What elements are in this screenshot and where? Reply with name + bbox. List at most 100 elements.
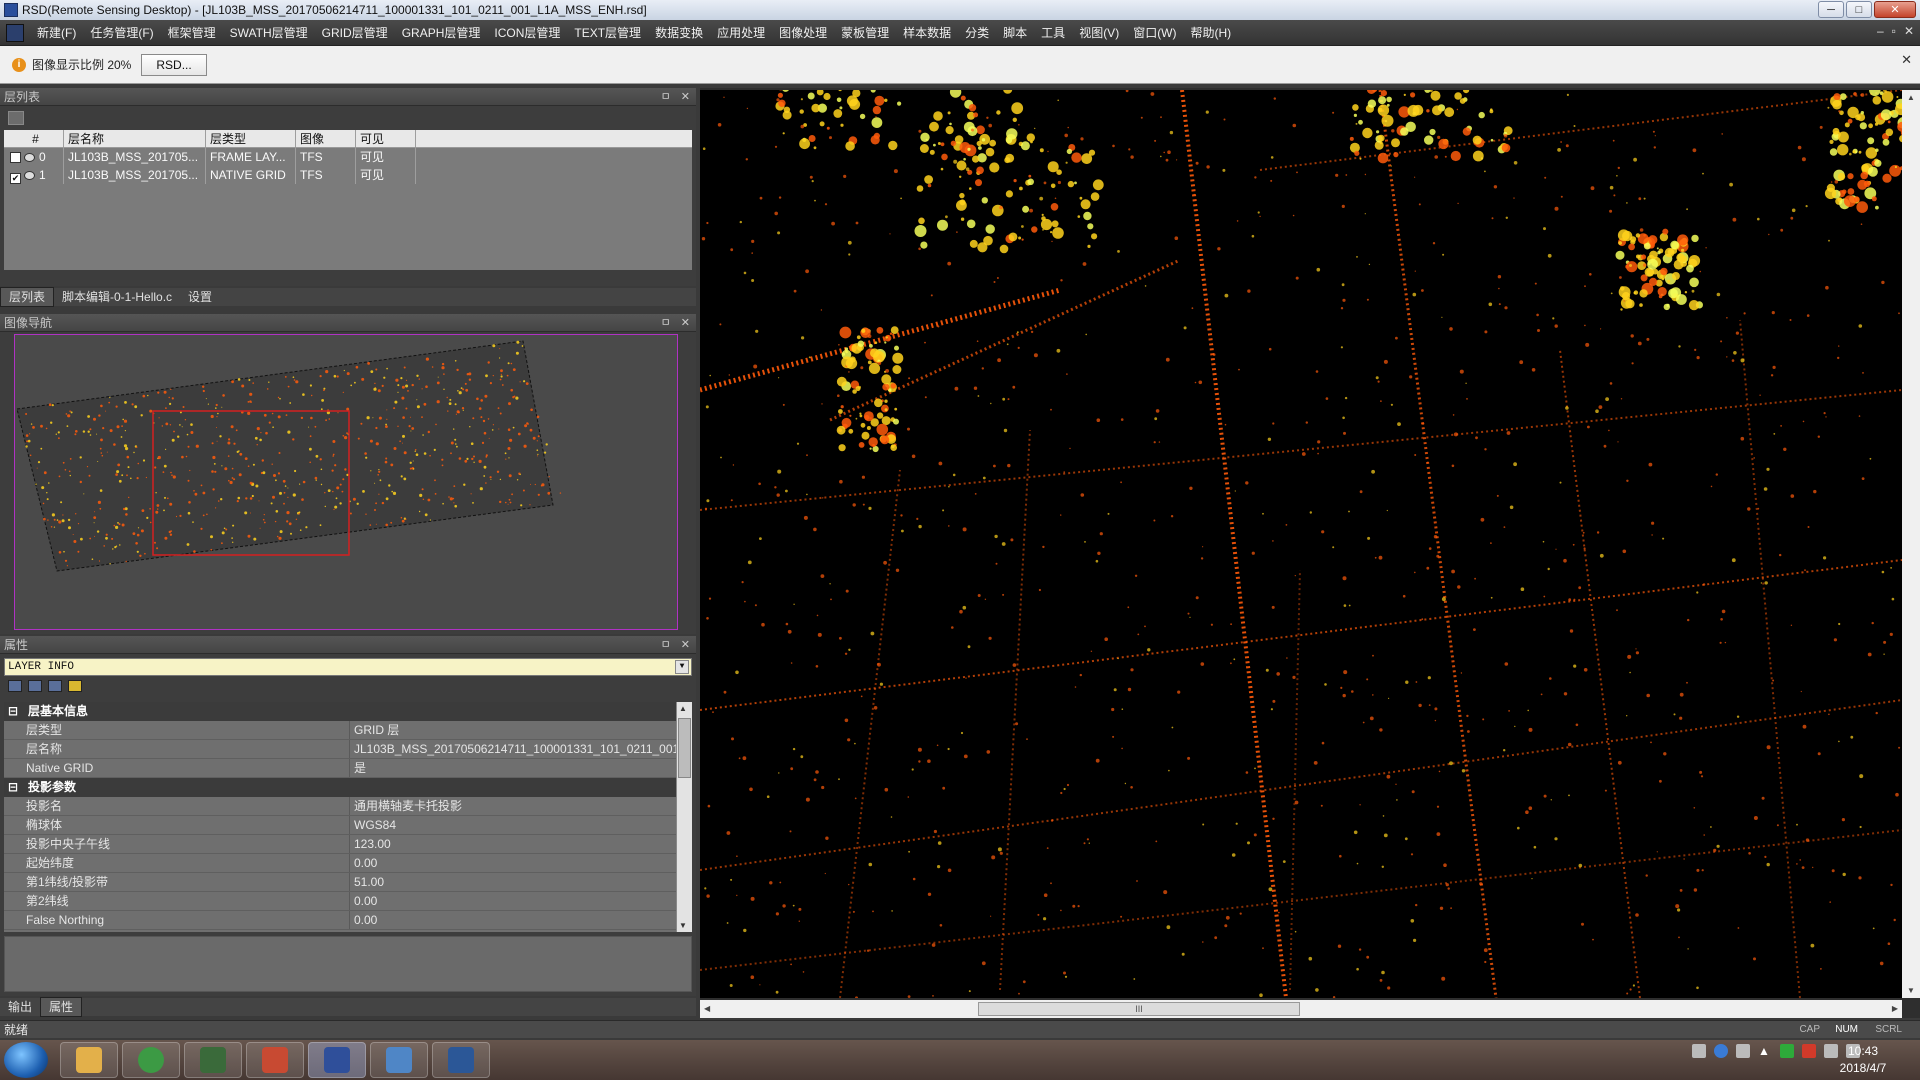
eye-icon[interactable]: [24, 153, 35, 162]
property-row[interactable]: Native GRID 是: [4, 759, 676, 778]
menu-swath[interactable]: SWATH层管理: [223, 20, 315, 46]
taskbar-rsd[interactable]: [308, 1042, 366, 1078]
property-grid-scrollbar[interactable]: ▲ ▼: [676, 702, 692, 932]
menu-image-processing[interactable]: 图像处理: [772, 20, 834, 46]
menu-view[interactable]: 视图(V): [1072, 20, 1126, 46]
pin-icon[interactable]: ㅁ: [661, 314, 671, 332]
taskbar-word[interactable]: [432, 1042, 490, 1078]
system-clock[interactable]: 10:43 2018/4/7: [1818, 1043, 1908, 1077]
panel-close-icon[interactable]: ✕: [681, 636, 690, 654]
property-group[interactable]: ⊟ 投影参数: [4, 778, 676, 797]
menu-grid[interactable]: GRID层管理: [315, 20, 395, 46]
horizontal-scrollbar[interactable]: ◀ III ▶: [700, 1000, 1902, 1018]
help-icon[interactable]: [1714, 1044, 1728, 1058]
categorized-icon[interactable]: [8, 680, 22, 692]
keyboard-icon[interactable]: [1692, 1044, 1706, 1058]
menu-script[interactable]: 脚本: [996, 20, 1034, 46]
close-window-button[interactable]: ✕: [1874, 1, 1916, 18]
layer-properties-icon[interactable]: [8, 111, 24, 125]
layer-checkbox-checked[interactable]: ✔: [10, 173, 21, 184]
toolbar-close-icon[interactable]: ✕: [1901, 52, 1912, 68]
menu-graph[interactable]: GRAPH层管理: [395, 20, 488, 46]
menu-new[interactable]: 新建(F): [30, 20, 83, 46]
property-row[interactable]: 层名称 JL103B_MSS_20170506214711_100001331_1…: [4, 740, 676, 759]
property-row[interactable]: 投影中央子午线 123.00: [4, 835, 676, 854]
taskbar-tools[interactable]: [246, 1042, 304, 1078]
menu-task[interactable]: 任务管理(F): [83, 20, 160, 46]
property-row[interactable]: 起始纬度 0.00: [4, 854, 676, 873]
navigator-canvas[interactable]: [14, 334, 678, 630]
property-row[interactable]: 投影名 通用横轴麦卡托投影: [4, 797, 676, 816]
col-image[interactable]: 图像: [296, 130, 356, 147]
mdi-minimize-button[interactable]: –: [1877, 24, 1884, 38]
pin-icon[interactable]: ㅁ: [661, 88, 671, 106]
menu-classification[interactable]: 分类: [958, 20, 996, 46]
menu-application[interactable]: 应用处理: [710, 20, 772, 46]
menu-help[interactable]: 帮助(H): [1184, 20, 1239, 46]
scroll-down-icon[interactable]: ▼: [679, 921, 687, 930]
property-group[interactable]: ⊟ 层基本信息: [4, 702, 676, 721]
panel-close-icon[interactable]: ✕: [681, 314, 690, 332]
scroll-thumb[interactable]: [678, 718, 691, 778]
layer-row[interactable]: 0 JL103B_MSS_201705... FRAME LAY... TFS …: [4, 148, 692, 166]
taskbar-terminal[interactable]: [184, 1042, 242, 1078]
property-row[interactable]: 椭球体 WGS84: [4, 816, 676, 835]
eye-icon[interactable]: [24, 171, 35, 180]
minimize-button[interactable]: ─: [1818, 1, 1844, 18]
menu-mask[interactable]: 蒙板管理: [834, 20, 896, 46]
mdi-restore-button[interactable]: ▫: [1892, 24, 1896, 38]
menu-text-layer[interactable]: TEXT层管理: [567, 20, 648, 46]
menu-samples[interactable]: 样本数据: [896, 20, 958, 46]
tab-settings[interactable]: 设置: [180, 288, 220, 306]
chevron-up-icon[interactable]: ▲: [1758, 1044, 1772, 1058]
alphabetical-sort-icon[interactable]: [28, 680, 42, 692]
mdi-doc-icon[interactable]: [6, 23, 24, 42]
mdi-close-button[interactable]: ✕: [1904, 24, 1914, 38]
menu-tools[interactable]: 工具: [1034, 20, 1072, 46]
layer-row[interactable]: ✔ 1 JL103B_MSS_201705... NATIVE GRID TFS …: [4, 166, 692, 184]
layer-checkbox[interactable]: [10, 152, 21, 163]
property-row[interactable]: False Northing 0.00: [4, 911, 676, 930]
taskbar-explorer[interactable]: [60, 1042, 118, 1078]
panel-close-icon[interactable]: ✕: [681, 88, 690, 106]
remote-sensing-image[interactable]: [700, 90, 1902, 998]
vertical-scrollbar[interactable]: ▲ ▼: [1902, 90, 1920, 998]
maximize-button[interactable]: □: [1846, 1, 1872, 18]
property-pages-icon[interactable]: [48, 680, 62, 692]
tab-layer-list[interactable]: 层列表: [0, 287, 55, 307]
col-layer-type[interactable]: 层类型: [206, 130, 296, 147]
menu-data-transform[interactable]: 数据变换: [648, 20, 710, 46]
col-index[interactable]: #: [4, 130, 64, 147]
tab-properties[interactable]: 属性: [40, 997, 83, 1017]
menu-frame[interactable]: 框架管理: [161, 20, 223, 46]
col-visible[interactable]: 可见: [356, 130, 416, 147]
events-icon[interactable]: [68, 680, 82, 692]
start-button[interactable]: [4, 1042, 48, 1078]
tab-output[interactable]: 输出: [0, 998, 40, 1016]
scroll-up-icon[interactable]: ▲: [1907, 93, 1915, 102]
battery-icon[interactable]: [1780, 1044, 1794, 1058]
property-row[interactable]: 第1纬线/投影带 51.00: [4, 873, 676, 892]
collapse-icon[interactable]: ⊟: [8, 778, 18, 797]
light-dot: [918, 760, 921, 763]
scroll-right-icon[interactable]: ▶: [1892, 1004, 1898, 1013]
menu-icon-layer[interactable]: ICON层管理: [487, 20, 567, 46]
menu-window[interactable]: 窗口(W): [1126, 20, 1183, 46]
scroll-thumb[interactable]: III: [978, 1002, 1300, 1016]
rsd-button[interactable]: RSD...: [141, 53, 207, 76]
scroll-up-icon[interactable]: ▲: [679, 704, 687, 713]
property-row[interactable]: 层类型 GRID 层: [4, 721, 676, 740]
flag-icon[interactable]: [1802, 1044, 1816, 1058]
scroll-left-icon[interactable]: ◀: [704, 1004, 710, 1013]
collapse-icon[interactable]: ⊟: [8, 702, 18, 721]
property-row[interactable]: 第2纬线 0.00: [4, 892, 676, 911]
pin-icon[interactable]: ㅁ: [661, 636, 671, 654]
properties-object-select[interactable]: LAYER INFO ▼: [4, 658, 692, 676]
col-layer-name[interactable]: 层名称: [64, 130, 206, 147]
scroll-down-icon[interactable]: ▼: [1907, 986, 1915, 995]
gear-icon[interactable]: [1736, 1044, 1750, 1058]
taskbar-chrome[interactable]: [122, 1042, 180, 1078]
taskbar-paint[interactable]: [370, 1042, 428, 1078]
chevron-down-icon[interactable]: ▼: [675, 660, 689, 674]
tab-script-editor[interactable]: 脚本编辑-0-1-Hello.c: [54, 288, 180, 306]
